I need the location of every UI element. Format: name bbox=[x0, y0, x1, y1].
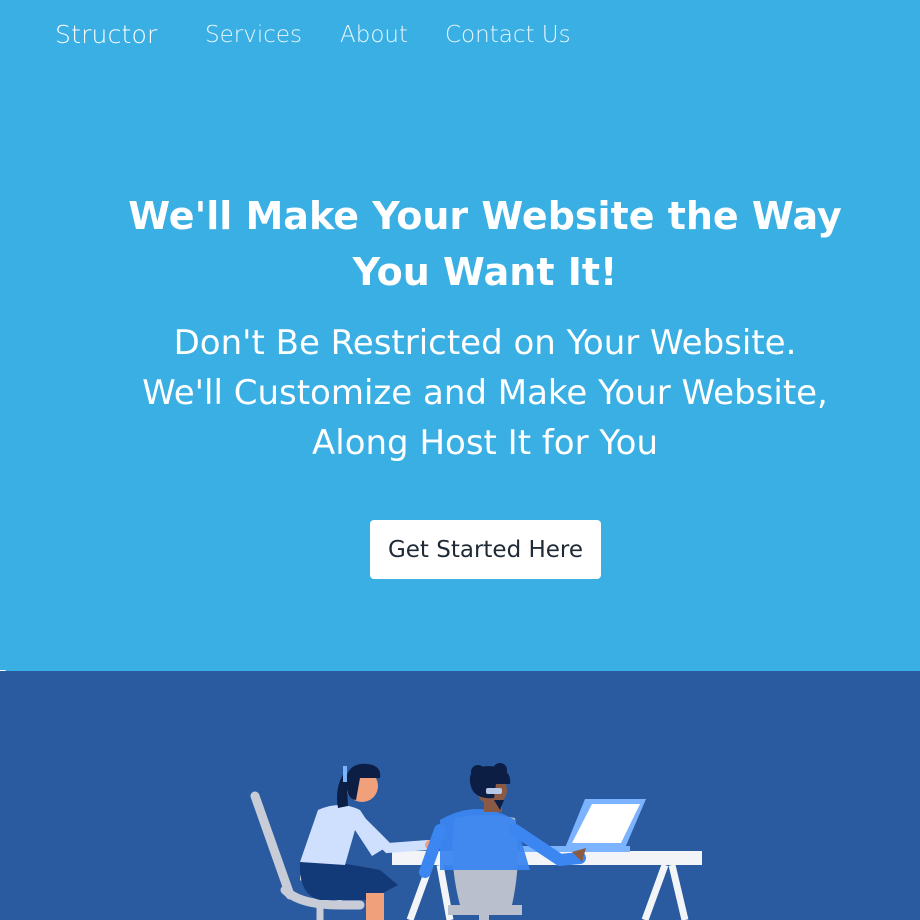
desk-icon bbox=[392, 851, 702, 920]
nav-link-about[interactable]: About bbox=[340, 22, 408, 48]
hero-section: Structor Services About Contact Us We'll… bbox=[0, 0, 920, 671]
hero-subtext-line: We'll Customize and Make Your Website, bbox=[142, 373, 828, 413]
illustration-section bbox=[0, 671, 920, 920]
person-woman-icon bbox=[299, 763, 435, 920]
hero-subtext-line: Don't Be Restricted on Your Website. bbox=[173, 323, 797, 363]
brand-logo[interactable]: Structor bbox=[55, 20, 158, 49]
hero-subtext-line: Along Host It for You bbox=[312, 423, 658, 463]
hero-headline: We'll Make Your Website the Way You Want… bbox=[128, 194, 842, 294]
top-nav: Structor Services About Contact Us bbox=[0, 0, 920, 80]
nav-link-contact-us[interactable]: Contact Us bbox=[445, 22, 571, 48]
person-man-icon bbox=[419, 763, 586, 878]
nav-link-services[interactable]: Services bbox=[205, 22, 302, 48]
get-started-button[interactable]: Get Started Here bbox=[370, 520, 601, 579]
hero-subtext: Don't Be Restricted on Your Website. We'… bbox=[110, 318, 860, 468]
team-working-illustration bbox=[250, 763, 702, 920]
